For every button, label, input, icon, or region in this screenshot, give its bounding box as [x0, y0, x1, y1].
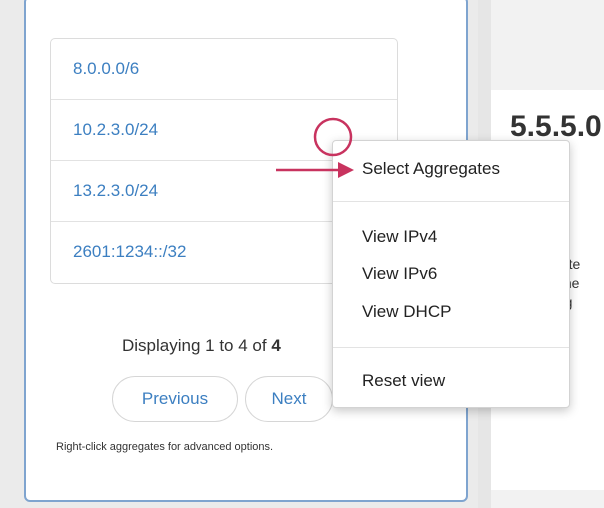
circle-cursor-icon: [313, 117, 353, 157]
arrow-right-icon: [276, 162, 354, 178]
annotation-overlay: [276, 117, 354, 178]
